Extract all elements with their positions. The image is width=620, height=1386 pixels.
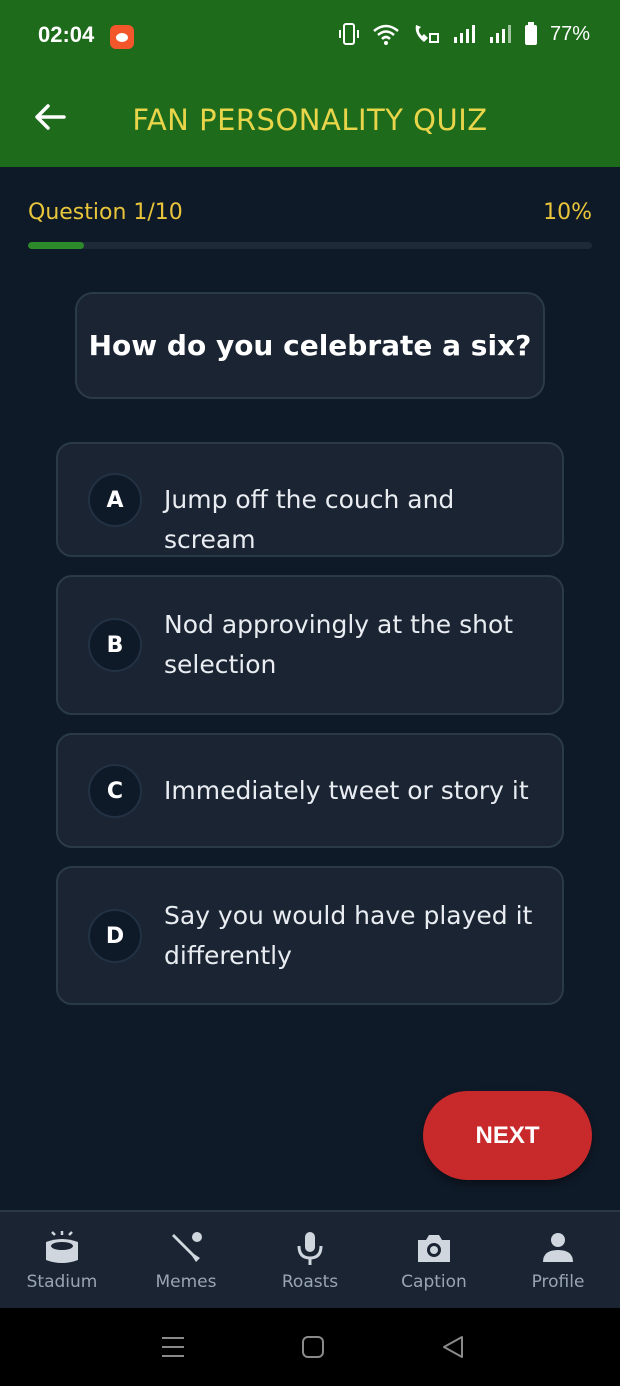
status-time: 02:04 [38,22,95,47]
signal-icon [489,25,511,43]
nav-label: Stadium [26,1272,98,1292]
option-a[interactable]: A Jump off the couch and scream [56,442,564,557]
recent-apps-icon[interactable] [158,1332,188,1362]
status-icons: 77% [338,22,590,46]
reddit-icon [110,25,134,49]
option-text: Say you would have played it differently [164,901,533,970]
cricket-bat-icon [172,1232,202,1262]
vibrate-icon [338,23,359,45]
option-text: Immediately tweet or story it [164,776,529,805]
back-nav-icon[interactable] [438,1332,468,1362]
question-card: How do you celebrate a six? [75,292,545,399]
option-text: Jump off the couch and scream [164,485,455,554]
wifi-calling-icon [415,25,439,43]
option-c[interactable]: C Immediately tweet or story it [56,733,564,848]
signal-icon [453,25,475,43]
battery-icon [524,22,537,45]
stadium-icon [46,1231,78,1263]
app-bar: FAN PERSONALITY QUIZ [0,75,620,167]
battery-percent: 77% [549,22,590,45]
page-title: FAN PERSONALITY QUIZ [132,103,488,137]
progress-percent: 10% [543,200,592,225]
camera-icon [418,1235,450,1262]
nav-item-stadium[interactable]: Stadium [0,1212,124,1308]
option-b[interactable]: B Nod approvingly at the shot selection [56,575,564,715]
microphone-icon [297,1232,323,1265]
nav-label: Roasts [281,1272,339,1292]
nav-label: Memes [155,1272,217,1292]
question-text: How do you celebrate a six? [88,329,532,362]
nav-label: Caption [401,1272,467,1292]
person-icon [543,1233,573,1262]
question-counter: Question 1/10 [28,200,183,225]
nav-item-caption[interactable]: Caption [372,1212,496,1308]
home-icon[interactable] [298,1332,328,1362]
nav-item-profile[interactable]: Profile [496,1212,620,1308]
nav-item-roasts[interactable]: Roasts [248,1212,372,1308]
option-letter: B [88,618,142,672]
status-bar: 02:04 77% [0,0,620,75]
bottom-nav: Stadium Memes Roasts Caption Profile [0,1210,620,1308]
wifi-icon [373,24,399,45]
option-letter: D [88,909,142,963]
next-button[interactable]: NEXT [423,1091,592,1180]
option-text: Nod approvingly at the shot selection [164,610,514,679]
option-d[interactable]: D Say you would have played it different… [56,866,564,1005]
progress-bar [28,242,592,249]
nav-item-memes[interactable]: Memes [124,1212,248,1308]
nav-label: Profile [531,1272,585,1292]
option-letter: A [88,473,142,527]
system-nav-bar [0,1308,620,1386]
option-letter: C [88,764,142,818]
progress-fill [28,242,85,249]
